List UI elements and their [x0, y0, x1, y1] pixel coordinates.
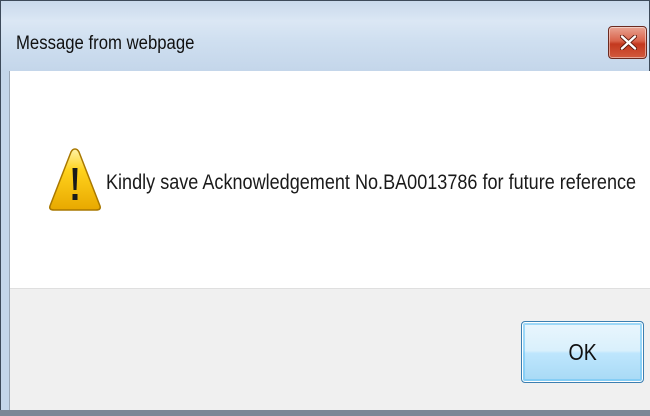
warning-icon	[49, 148, 101, 211]
button-area: OK	[10, 288, 650, 416]
dialog-title: Message from webpage	[16, 33, 195, 54]
message-text: Kindly save Acknowledgement No.BA0013786…	[106, 171, 637, 194]
title-bar[interactable]: Message from webpage	[1, 1, 649, 71]
dialog-window: Message from webpage Kindly save Acknowl…	[0, 0, 650, 416]
ok-button-label: OK	[568, 338, 597, 365]
dialog-body: Kindly save Acknowledgement No.BA0013786…	[9, 71, 650, 416]
window-bottom-edge	[0, 410, 650, 416]
ok-button[interactable]: OK	[521, 321, 644, 383]
close-button[interactable]	[608, 26, 647, 59]
message-area: Kindly save Acknowledgement No.BA0013786…	[10, 71, 650, 288]
close-icon	[620, 35, 637, 50]
